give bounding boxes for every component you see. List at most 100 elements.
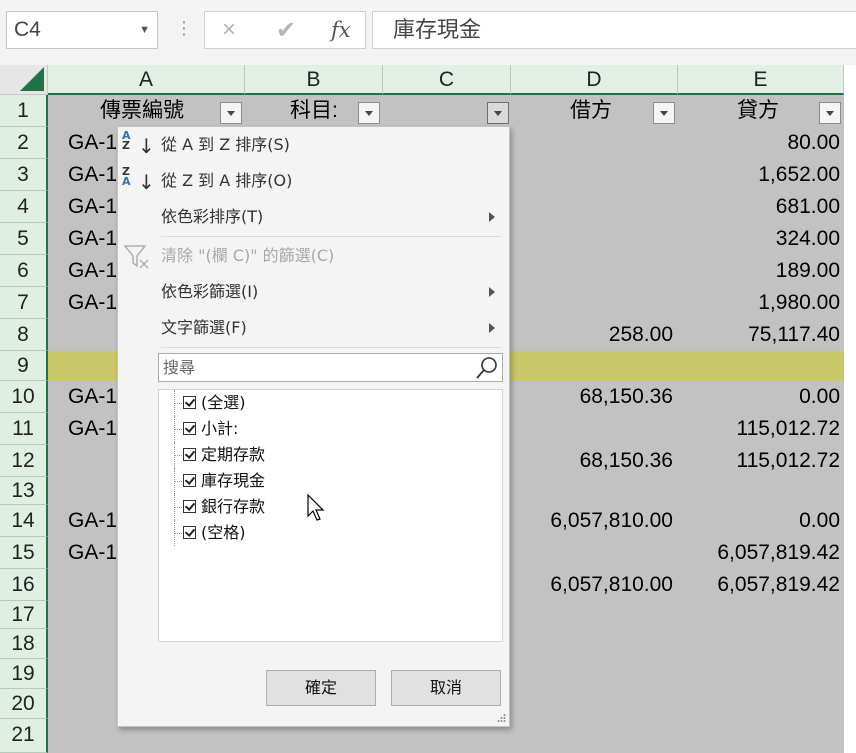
cell-e10[interactable]: 0.00 xyxy=(678,381,840,413)
cell-d14[interactable]: 6,057,810.00 xyxy=(483,505,673,537)
cell-a3[interactable]: GA-1 xyxy=(68,159,117,191)
cancel-button[interactable]: 取消 xyxy=(391,670,501,706)
text-filters-label: 文字篩選(F) xyxy=(161,318,247,337)
list-item-label: (空格) xyxy=(201,523,246,542)
row-header[interactable]: 15 xyxy=(0,537,48,569)
row-header[interactable]: 19 xyxy=(0,659,48,689)
formula-buttons: × ✔ fx xyxy=(204,11,366,49)
row-header[interactable]: 11 xyxy=(0,413,48,445)
filter-by-color-item[interactable]: 依色彩篩選(I) xyxy=(118,275,509,309)
checkbox-checked[interactable] xyxy=(183,422,196,435)
cell-a6[interactable]: GA-1 xyxy=(68,255,117,287)
sort-ascending-icon: A Z ↓ xyxy=(122,129,155,158)
row-header[interactable]: 13 xyxy=(0,477,48,505)
cell-e11[interactable]: 115,012.72 xyxy=(678,413,840,445)
row-header[interactable]: 16 xyxy=(0,569,48,601)
filter-dropdown-button-c[interactable] xyxy=(487,102,509,124)
cancel-entry-icon[interactable]: × xyxy=(222,16,236,44)
sort-z-to-a-item[interactable]: Z A ↓ 從 Z 到 A 排序(O) xyxy=(118,164,509,198)
clear-filter-label: 清除 "(欄 C)" 的篩選(C) xyxy=(161,246,335,265)
formula-bar-resize-handle-icon[interactable]: ⋮ xyxy=(175,18,193,39)
filter-dropdown-button-b[interactable] xyxy=(358,102,380,124)
column-header-e[interactable]: E xyxy=(678,65,844,95)
column-header-d[interactable]: D xyxy=(511,65,678,95)
cell-e4[interactable]: 681.00 xyxy=(678,191,840,223)
row-header[interactable]: 18 xyxy=(0,629,48,659)
row-header[interactable]: 7 xyxy=(0,287,48,319)
filter-search-input[interactable]: 搜尋 xyxy=(158,353,503,382)
header-cell-b1[interactable]: 科目: xyxy=(290,95,338,127)
cell-e8[interactable]: 75,117.40 xyxy=(678,319,840,351)
row-header[interactable]: 5 xyxy=(0,223,48,255)
cell-a7[interactable]: GA-1 xyxy=(68,287,117,319)
checkbox-checked[interactable] xyxy=(183,500,196,513)
column-header-a[interactable]: A xyxy=(48,65,245,95)
cell-a14[interactable]: GA-1 xyxy=(68,505,117,537)
cell-e5[interactable]: 324.00 xyxy=(678,223,840,255)
header-cell-e1[interactable]: 貸方 xyxy=(737,95,779,127)
cell-a2[interactable]: GA-1 xyxy=(68,127,117,159)
cell-a11[interactable]: GA-1 xyxy=(68,413,117,445)
cell-d10[interactable]: 68,150.36 xyxy=(511,381,673,413)
row-header[interactable]: 17 xyxy=(0,601,48,629)
row-header[interactable]: 2 xyxy=(0,127,48,159)
insert-function-icon[interactable]: fx xyxy=(331,18,351,42)
cell-a5[interactable]: GA-1 xyxy=(68,223,117,255)
menu-separator xyxy=(161,347,501,348)
header-cell-d1[interactable]: 借方 xyxy=(570,95,612,127)
cell-d16[interactable]: 6,057,810.00 xyxy=(483,569,673,601)
checkbox-checked[interactable] xyxy=(183,474,196,487)
row-header[interactable]: 21 xyxy=(0,719,48,753)
cell-e14[interactable]: 0.00 xyxy=(678,505,840,537)
autofilter-menu: A Z ↓ 從 A 到 Z 排序(S) Z A ↓ 從 Z 到 A 排序(O) 依色彩排… xyxy=(117,126,510,727)
sort-z-to-a-label: 從 Z 到 A 排序(O) xyxy=(161,171,293,190)
list-item-label: 定期存款 xyxy=(201,445,266,464)
menu-separator xyxy=(161,236,501,237)
cell-e6[interactable]: 189.00 xyxy=(678,255,840,287)
cell-e16[interactable]: 6,057,819.42 xyxy=(678,569,840,601)
checkbox-checked[interactable] xyxy=(183,396,196,409)
column-header-c[interactable]: C xyxy=(383,65,511,95)
row-header[interactable]: 8 xyxy=(0,319,48,351)
cell-a15[interactable]: GA-1 xyxy=(68,537,117,569)
text-filters-item[interactable]: 文字篩選(F) xyxy=(118,311,509,345)
cell-e15[interactable]: 6,057,819.42 xyxy=(678,537,840,569)
name-box[interactable]: C4 ▼ xyxy=(6,11,158,49)
header-cell-a1[interactable]: 傳票編號 xyxy=(100,95,184,127)
select-all-triangle-icon xyxy=(20,67,44,91)
select-all-corner[interactable] xyxy=(0,65,48,95)
cell-a10[interactable]: GA-1 xyxy=(68,381,117,413)
row-header[interactable]: 10 xyxy=(0,381,48,413)
filter-dropdown-button-d[interactable] xyxy=(653,102,675,124)
sort-a-to-z-item[interactable]: A Z ↓ 從 A 到 Z 排序(S) xyxy=(118,128,509,162)
enter-entry-icon[interactable]: ✔ xyxy=(276,16,296,45)
cell-e7[interactable]: 1,980.00 xyxy=(678,287,840,319)
submenu-arrow-icon xyxy=(489,287,495,297)
name-box-dropdown-icon[interactable]: ▼ xyxy=(139,12,150,48)
cell-d8[interactable]: 258.00 xyxy=(511,319,673,351)
cell-e12[interactable]: 115,012.72 xyxy=(678,445,840,477)
checkbox-checked[interactable] xyxy=(183,448,196,461)
sort-by-color-item[interactable]: 依色彩排序(T) xyxy=(118,200,509,234)
filter-dropdown-button-e[interactable] xyxy=(819,102,841,124)
filter-values-list[interactable]: (全選) 小計: 定期存款 庫存現金 銀行存款 (空格) xyxy=(158,389,503,642)
filter-dropdown-button-a[interactable] xyxy=(220,102,242,124)
checkbox-checked[interactable] xyxy=(183,526,196,539)
row-header[interactable]: 3 xyxy=(0,159,48,191)
row-header[interactable]: 4 xyxy=(0,191,48,223)
column-header-b[interactable]: B xyxy=(245,65,383,95)
row-header[interactable]: 6 xyxy=(0,255,48,287)
row-header[interactable]: 14 xyxy=(0,505,48,537)
ok-button[interactable]: 確定 xyxy=(266,670,376,706)
formula-input[interactable]: 庫存現金 xyxy=(372,11,856,49)
row-header[interactable]: 1 xyxy=(0,95,48,127)
cell-e2[interactable]: 80.00 xyxy=(678,127,840,159)
row-header[interactable]: 9 xyxy=(0,351,48,381)
resize-grip-icon[interactable] xyxy=(496,713,506,723)
list-item-label: 銀行存款 xyxy=(201,497,266,516)
cell-a4[interactable]: GA-1 xyxy=(68,191,117,223)
row-header[interactable]: 20 xyxy=(0,689,48,719)
cell-d12[interactable]: 68,150.36 xyxy=(511,445,673,477)
cell-e3[interactable]: 1,652.00 xyxy=(678,159,840,191)
row-header[interactable]: 12 xyxy=(0,445,48,477)
